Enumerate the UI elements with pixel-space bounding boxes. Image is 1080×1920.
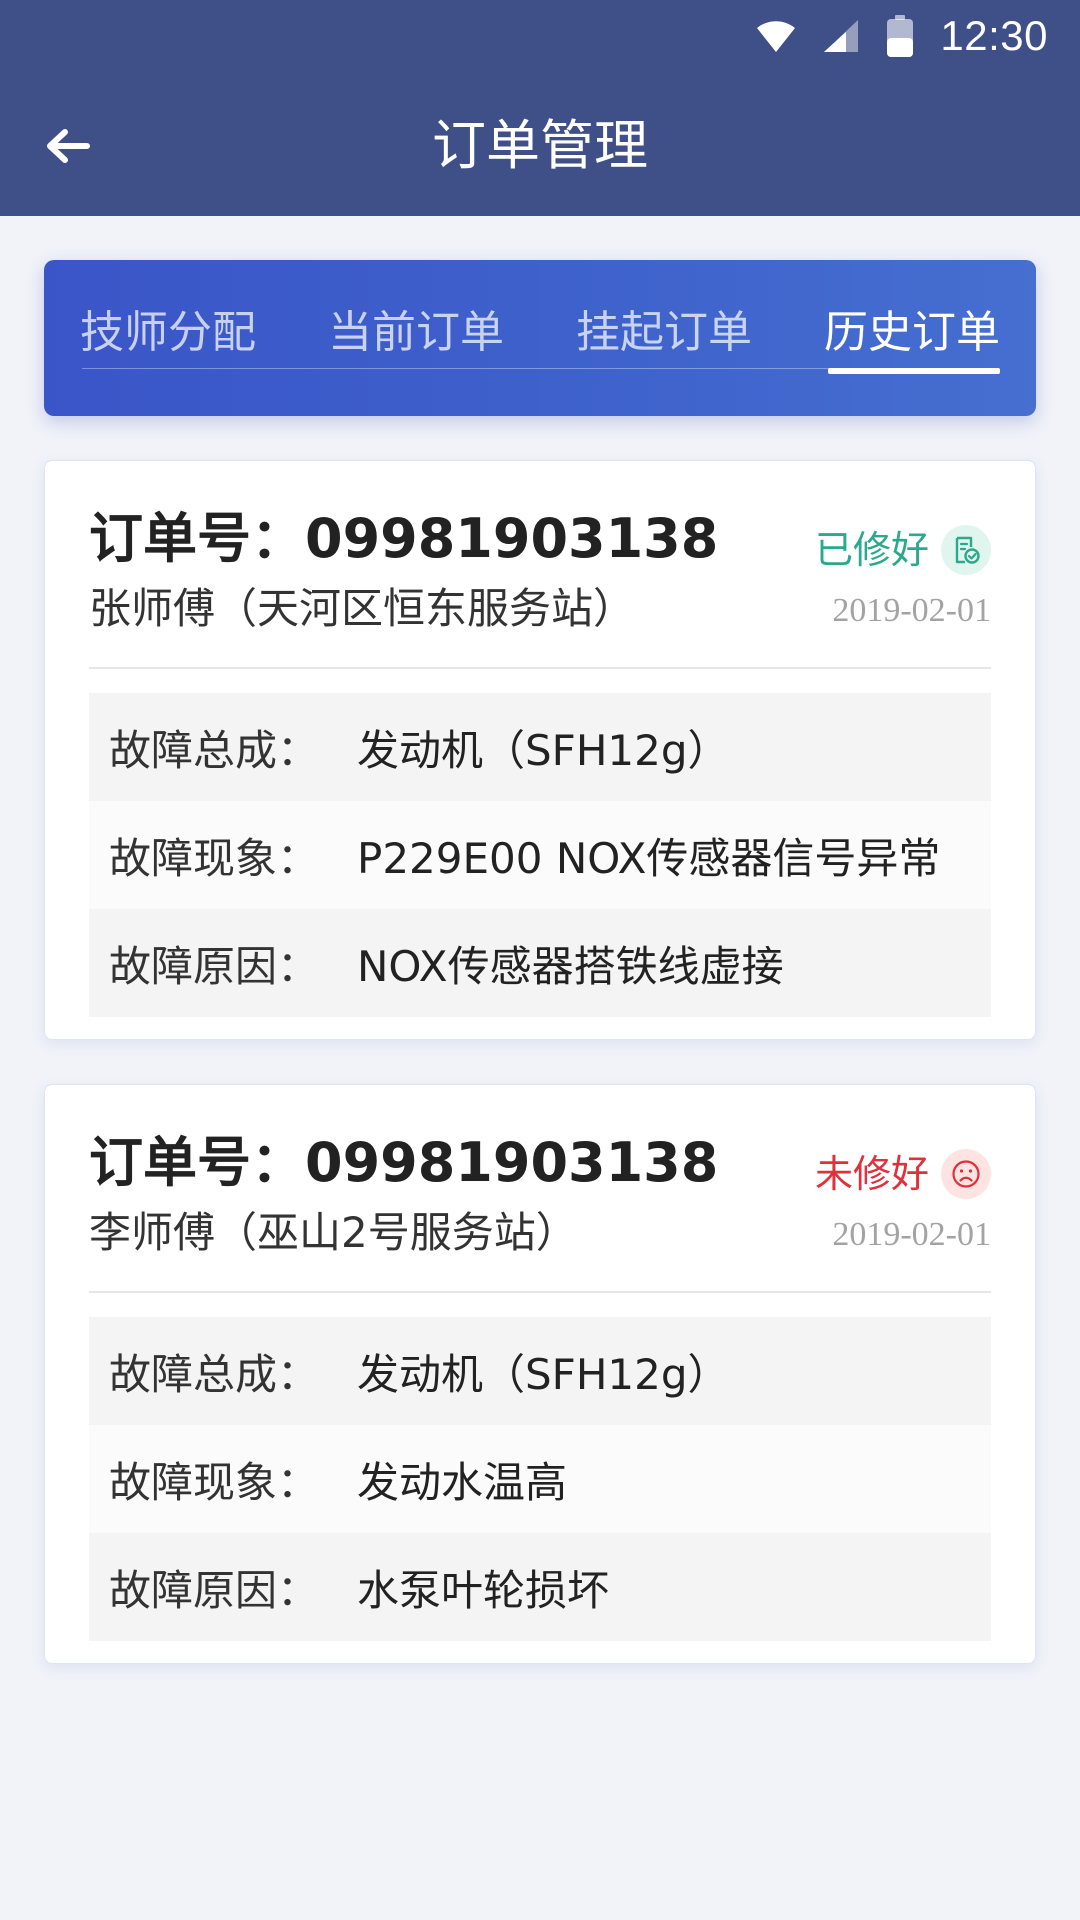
tab-label: 技师分配: [80, 307, 256, 358]
technician-name: 张师傅（天河区恒东服务站）: [89, 584, 636, 633]
tab-suspended-orders[interactable]: 挂起订单: [576, 298, 752, 368]
technician-name: 李师傅（巫山2号服务站）: [89, 1208, 578, 1257]
signal-icon: [824, 20, 859, 52]
document-check-icon: [941, 525, 991, 575]
page-title: 订单管理: [432, 114, 648, 177]
tab-label: 挂起订单: [576, 307, 752, 358]
fault-label: 故障现象：: [109, 1457, 320, 1507]
status-bar: 12:30: [756, 0, 1048, 72]
repair-status: 已修好: [815, 525, 991, 575]
order-date: 2019-02-01: [832, 1216, 991, 1253]
fault-value: 水泵叶轮损坏: [357, 1565, 610, 1615]
fault-label: 故障原因：: [109, 1565, 320, 1615]
order-number: 订单号：09981903138: [89, 507, 719, 570]
fault-label: 故障总成：: [109, 1349, 320, 1399]
fault-label: 故障现象：: [109, 833, 320, 883]
order-card[interactable]: 订单号：09981903138 张师傅（天河区恒东服务站） 已修好 2019-0…: [44, 460, 1036, 1040]
tab-history-orders[interactable]: 历史订单: [824, 298, 1000, 374]
fault-row-symptom: 故障现象： P229E00 NOX传感器信号异常: [89, 801, 991, 909]
fault-value: NOX传感器搭铁线虚接: [357, 941, 784, 991]
order-card[interactable]: 订单号：09981903138 李师傅（巫山2号服务站） 未修好 2019-02…: [44, 1084, 1036, 1664]
tab-label: 当前订单: [328, 307, 504, 358]
active-tab-indicator: [828, 368, 1000, 374]
fault-value: 发动机（SFH12g）: [357, 725, 730, 775]
fault-label: 故障总成：: [109, 725, 320, 775]
fault-row-cause: 故障原因： NOX传感器搭铁线虚接: [89, 909, 991, 1017]
repair-status: 未修好: [815, 1149, 991, 1199]
order-date: 2019-02-01: [832, 592, 991, 629]
fault-row-assembly: 故障总成： 发动机（SFH12g）: [89, 693, 991, 801]
fault-details: 故障总成： 发动机（SFH12g） 故障现象： 发动水温高 故障原因： 水泵叶轮…: [89, 1317, 991, 1641]
order-number: 订单号：09981903138: [89, 1131, 719, 1194]
wifi-icon: [757, 21, 796, 52]
fault-row-assembly: 故障总成： 发动机（SFH12g）: [89, 1317, 991, 1425]
fault-label: 故障原因：: [109, 941, 320, 991]
battery-icon: [887, 15, 914, 57]
status-text: 已修好: [814, 528, 929, 572]
tab-technician-assign[interactable]: 技师分配: [80, 298, 256, 368]
fault-value: 发动水温高: [357, 1457, 568, 1507]
fault-row-symptom: 故障现象： 发动水温高: [89, 1425, 991, 1533]
fault-value: 发动机（SFH12g）: [357, 1349, 730, 1399]
order-tabs: 技师分配 当前订单 挂起订单 历史订单: [44, 260, 1036, 416]
card-divider: [89, 1291, 991, 1293]
fault-details: 故障总成： 发动机（SFH12g） 故障现象： P229E00 NOX传感器信号…: [89, 693, 991, 1017]
tab-label: 历史订单: [824, 307, 1000, 358]
card-divider: [89, 667, 991, 669]
app-header: 12:30 订单管理: [0, 0, 1080, 216]
status-text: 未修好: [814, 1152, 929, 1196]
fault-row-cause: 故障原因： 水泵叶轮损坏: [89, 1533, 991, 1641]
status-time: 12:30: [940, 12, 1048, 59]
tab-current-orders[interactable]: 当前订单: [328, 298, 504, 368]
sad-face-icon: [941, 1149, 991, 1199]
fault-value: P229E00 NOX传感器信号异常: [357, 833, 941, 883]
